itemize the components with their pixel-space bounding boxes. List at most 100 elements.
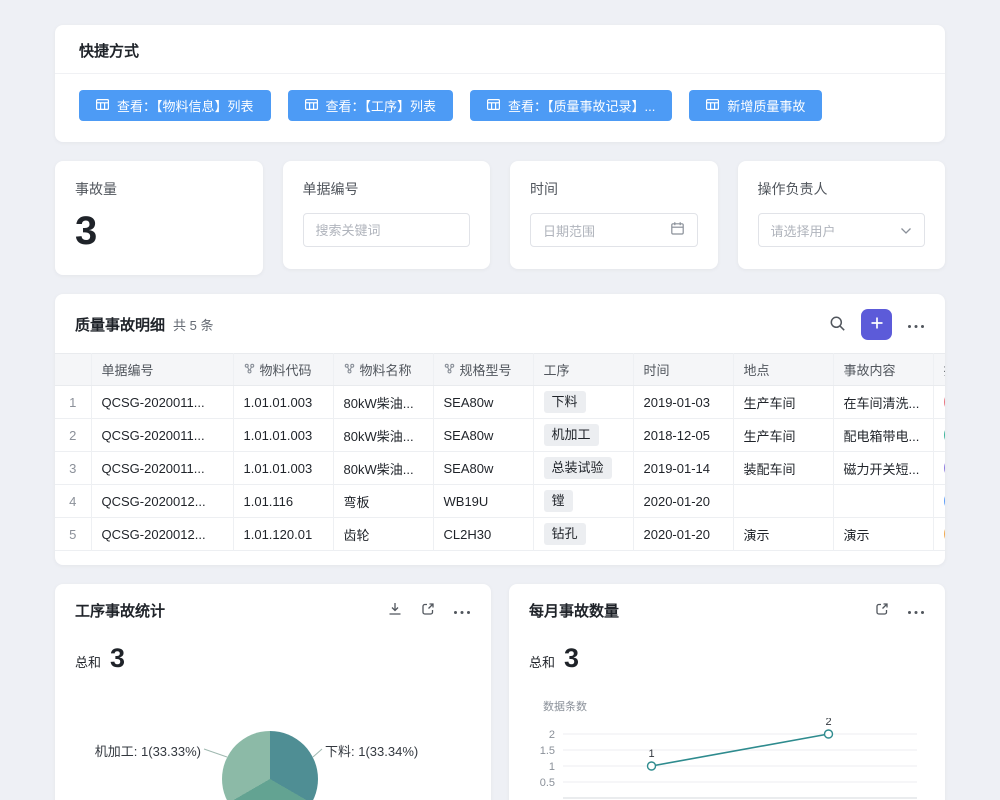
pie-chart-area: 机加工: 1(33.33%) 下料: 1(33.34%) 总装试验: 1(33.… <box>75 686 471 800</box>
time-label: 时间 <box>530 179 698 199</box>
search-icon <box>829 315 846 335</box>
table-header-bar: 质量事故明细 共 5 条 <box>55 309 945 353</box>
shortcuts-card: 快捷方式 查看：【物料信息】列表 查看：【工序】列表 查看：【质量事故记录】..… <box>55 25 945 142</box>
svg-text:1.5: 1.5 <box>540 745 555 757</box>
grid-icon <box>487 98 500 113</box>
metric-value: 3 <box>75 209 243 253</box>
process-tag: 镗 <box>544 490 573 512</box>
cell-doc-number: QCSG-2020011... <box>91 386 233 419</box>
operator-label: 操作负责人 <box>758 179 926 199</box>
col-spec-model: 规格型号 <box>433 354 533 386</box>
expand-chart-button[interactable] <box>874 601 890 620</box>
cell-time: 2019-01-03 <box>633 386 733 419</box>
chart-actions <box>874 601 925 620</box>
table-row[interactable]: 1 QCSG-2020011... 1.01.01.003 80kW柴油... … <box>55 386 945 419</box>
cell-spec: SEA80w <box>433 386 533 419</box>
more-button[interactable] <box>907 603 925 618</box>
date-range-placeholder: 日期范围 <box>543 221 595 240</box>
open-in-new-icon <box>420 601 436 620</box>
cell-process: 总装试验 <box>533 452 633 485</box>
cell-doc-number: QCSG-2020012... <box>91 518 233 551</box>
grid-icon <box>305 98 318 113</box>
cell-place: 装配车间 <box>733 452 833 485</box>
ellipsis-icon <box>907 603 925 618</box>
table-row[interactable]: 2 QCSG-2020011... 1.01.01.003 80kW柴油... … <box>55 419 945 452</box>
cell-material-code: 1.01.01.003 <box>233 386 333 419</box>
cell-doc-number: QCSG-2020011... <box>91 419 233 452</box>
add-record-button[interactable] <box>861 309 892 340</box>
col-material-code: 物料代码 <box>233 354 333 386</box>
col-content: 事故内容 <box>833 354 933 386</box>
shortcut-label: 新增质量事故 <box>727 96 805 115</box>
row-index: 4 <box>55 485 91 518</box>
cell-place <box>733 485 833 518</box>
doc-number-search-input[interactable] <box>303 213 471 247</box>
cell-material-code: 1.01.116 <box>233 485 333 518</box>
expand-chart-button[interactable] <box>420 601 436 620</box>
cell-material-name: 80kW柴油... <box>333 419 433 452</box>
pie-label-blanking: 下料: 1(33.34%) <box>325 741 418 760</box>
search-button[interactable] <box>829 315 846 335</box>
dashboard-page: 快捷方式 查看：【物料信息】列表 查看：【工序】列表 查看：【质量事故记录】..… <box>0 0 1000 800</box>
chart-header: 每月事故数量 <box>529 600 925 621</box>
table-row[interactable]: 5 QCSG-2020012... 1.01.120.01 齿轮 CL2H30 … <box>55 518 945 551</box>
row-index: 2 <box>55 419 91 452</box>
accident-count-card: 事故量 3 <box>55 161 263 275</box>
total-value: 3 <box>564 643 579 674</box>
link-icon <box>444 362 455 377</box>
table-row[interactable]: 3 QCSG-2020011... 1.01.01.003 80kW柴油... … <box>55 452 945 485</box>
avatar <box>944 489 946 513</box>
process-accident-stats-card: 工序事故统计 总和 3 机加工: 1(33.33%) 下料 <box>55 584 491 800</box>
ellipsis-icon <box>907 317 925 332</box>
pie-chart[interactable] <box>222 731 318 800</box>
cell-material-code: 1.01.01.003 <box>233 419 333 452</box>
link-icon <box>344 362 355 377</box>
chart-actions <box>387 601 471 620</box>
cell-content: 在车间清洗... <box>833 386 933 419</box>
chevron-down-icon <box>900 223 912 238</box>
cell-material-name: 弯板 <box>333 485 433 518</box>
line-total: 总和 3 <box>529 643 925 674</box>
cell-doc-number: QCSG-2020011... <box>91 452 233 485</box>
cell-time: 2019-01-14 <box>633 452 733 485</box>
table-bottom-padding <box>55 551 945 565</box>
date-range-input[interactable]: 日期范围 <box>530 213 698 247</box>
svg-text:0.5: 0.5 <box>540 777 555 789</box>
quality-accident-table: 单据编号 物料代码 物料名称 规格型号 工序 时间 地点 事故内容 操作负责人 … <box>55 353 945 551</box>
charts-row: 工序事故统计 总和 3 机加工: 1(33.33%) 下料 <box>55 584 945 800</box>
row-index: 3 <box>55 452 91 485</box>
download-chart-button[interactable] <box>387 601 403 620</box>
metric-label: 事故量 <box>75 179 243 199</box>
col-operator: 操作负责人 <box>933 354 945 386</box>
cell-content <box>833 485 933 518</box>
shortcut-add-quality-accident-button[interactable]: 新增质量事故 <box>689 90 822 121</box>
line-chart-svg[interactable]: 0.511.522018年12月2019年01月12 <box>529 718 926 800</box>
shortcut-view-material-list-button[interactable]: 查看：【物料信息】列表 <box>79 90 271 121</box>
more-button[interactable] <box>453 603 471 618</box>
table-row[interactable]: 4 QCSG-2020012... 1.01.116 弯板 WB19U 镗 20… <box>55 485 945 518</box>
operator-filter-card: 操作负责人 请选择用户 <box>738 161 946 269</box>
shortcut-view-process-list-button[interactable]: 查看：【工序】列表 <box>288 90 454 121</box>
cell-material-name: 80kW柴油... <box>333 452 433 485</box>
cell-spec: SEA80w <box>433 419 533 452</box>
link-icon <box>244 362 255 377</box>
col-doc-number: 单据编号 <box>91 354 233 386</box>
cell-place: 生产车间 <box>733 386 833 419</box>
process-tag: 总装试验 <box>544 457 612 479</box>
chart-header: 工序事故统计 <box>75 600 471 621</box>
row-index: 1 <box>55 386 91 419</box>
total-label: 总和 <box>75 652 101 671</box>
svg-text:2: 2 <box>549 729 555 741</box>
svg-text:1: 1 <box>549 761 555 773</box>
more-button[interactable] <box>907 317 925 332</box>
open-in-new-icon <box>874 601 890 620</box>
shortcut-view-quality-records-button[interactable]: 查看：【质量事故记录】... <box>470 90 672 121</box>
shortcut-label: 查看：【工序】列表 <box>326 96 437 115</box>
table-actions <box>829 309 925 340</box>
cell-spec: WB19U <box>433 485 533 518</box>
cell-operator <box>933 452 945 485</box>
cell-process: 钻孔 <box>533 518 633 551</box>
col-time: 时间 <box>633 354 733 386</box>
operator-select[interactable]: 请选择用户 <box>758 213 926 247</box>
cell-material-name: 齿轮 <box>333 518 433 551</box>
